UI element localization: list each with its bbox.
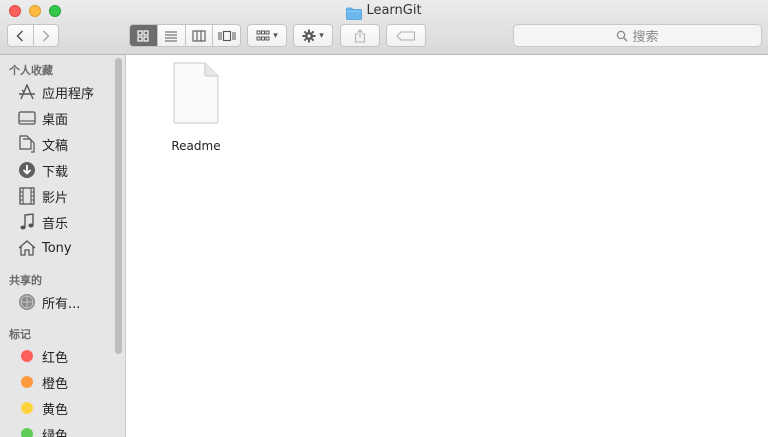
applications-icon [17, 82, 37, 102]
chevron-left-icon [16, 29, 24, 42]
cover-flow-button[interactable] [213, 25, 240, 46]
sidebar-item-label: 下载 [42, 164, 69, 180]
chevron-down-icon: ▾ [273, 30, 278, 41]
sidebar-item-applications[interactable]: 应用程序 [0, 80, 112, 104]
sidebar-item-label: 音乐 [42, 216, 69, 232]
tags-header: 标记 [9, 328, 31, 341]
columns-icon [192, 29, 206, 42]
sidebar-item-label: 文稿 [42, 138, 69, 154]
home-icon [17, 238, 37, 258]
sidebar-item-documents[interactable]: 文稿 [0, 132, 112, 156]
icon-view-button[interactable] [130, 25, 158, 46]
green-tag-icon [21, 428, 33, 437]
sidebar-item-music[interactable]: 音乐 [0, 210, 112, 234]
forward-button[interactable] [34, 25, 59, 46]
orange-tag-icon [21, 376, 33, 388]
group-by-icon [256, 30, 270, 40]
sidebar-item-label: 黄色 [42, 402, 69, 418]
grid-icon [137, 29, 149, 42]
window-title-bar: LearnGit [0, 3, 768, 21]
tag-button[interactable] [386, 24, 426, 47]
sidebar-tag-red[interactable]: 红色 [0, 344, 112, 368]
search-field[interactable]: 搜索 [513, 24, 762, 47]
network-icon [17, 292, 37, 312]
red-tag-icon [21, 350, 33, 362]
sidebar-tag-yellow[interactable]: 黄色 [0, 396, 112, 420]
sidebar: 个人收藏 应用程序 桌面 文稿 下载 影片 音乐 Tony 共享的 所有... … [0, 55, 126, 437]
sidebar-item-label: 影片 [42, 190, 69, 206]
back-button[interactable] [8, 25, 34, 46]
list-view-button[interactable] [158, 25, 186, 46]
share-icon [354, 28, 366, 43]
chevron-right-icon [42, 29, 50, 42]
column-view-button[interactable] [186, 25, 214, 46]
search-placeholder: 搜索 [632, 30, 659, 45]
nav-buttons [7, 24, 59, 47]
music-note-icon [17, 212, 37, 232]
sidebar-item-all-shared[interactable]: 所有... [0, 290, 112, 314]
sidebar-item-label: 桌面 [42, 112, 69, 128]
sidebar-tag-orange[interactable]: 橙色 [0, 370, 112, 394]
film-icon [17, 186, 37, 206]
tag-icon [396, 30, 416, 41]
sidebar-item-home[interactable]: Tony [0, 236, 112, 260]
chevron-down-icon: ▾ [319, 30, 324, 41]
file-name: Readme [171, 139, 221, 153]
file-item[interactable]: Readme [167, 62, 225, 153]
list-icon [165, 30, 178, 42]
sidebar-tag-green[interactable]: 绿色 [0, 422, 112, 437]
sidebar-item-movies[interactable]: 影片 [0, 184, 112, 208]
toolbar: LearnGit ▾ ▾ 搜索 [0, 0, 768, 55]
sidebar-item-label: Tony [42, 240, 72, 256]
documents-icon [17, 134, 37, 154]
file-browser-area: Readme [127, 56, 768, 437]
share-button[interactable] [340, 24, 380, 47]
sidebar-item-downloads[interactable]: 下载 [0, 158, 112, 182]
search-icon [617, 30, 628, 41]
sidebar-item-label: 红色 [42, 350, 69, 366]
sidebar-item-label: 橙色 [42, 376, 69, 392]
downloads-icon [17, 160, 37, 180]
view-mode-control [129, 24, 241, 47]
sidebar-item-label: 绿色 [42, 428, 69, 437]
window-title: LearnGit [366, 3, 422, 18]
sidebar-item-label: 应用程序 [42, 86, 95, 102]
yellow-tag-icon [21, 402, 33, 414]
folder-icon [346, 5, 363, 20]
shared-header: 共享的 [9, 274, 42, 287]
group-by-button[interactable]: ▾ [247, 24, 287, 47]
favorites-header: 个人收藏 [9, 64, 53, 77]
sidebar-item-desktop[interactable]: 桌面 [0, 106, 112, 130]
action-button[interactable]: ▾ [293, 24, 333, 47]
cover-flow-icon [218, 30, 236, 41]
sidebar-item-label: 所有... [42, 296, 81, 312]
desktop-icon [17, 108, 37, 128]
document-icon [173, 62, 219, 124]
gear-icon [302, 29, 316, 42]
finder-window: LearnGit ▾ ▾ 搜索 个人收藏 应用程序 桌面 文稿 下载 影片 音乐… [0, 0, 768, 437]
sidebar-scrollbar[interactable] [115, 58, 122, 354]
